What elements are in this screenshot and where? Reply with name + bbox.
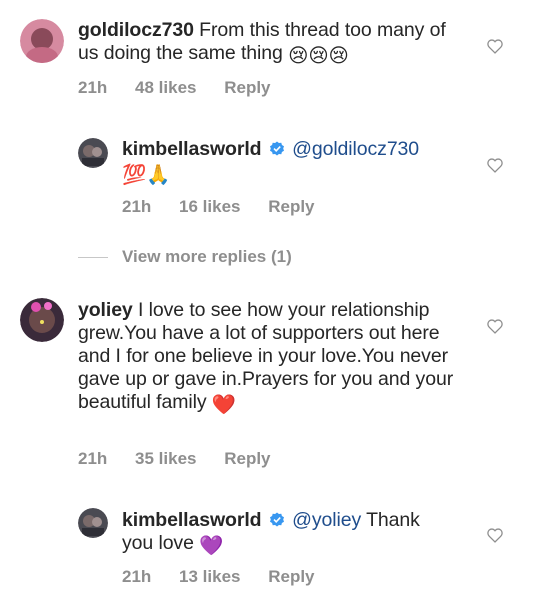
timestamp: 21h [122,567,152,586]
heart-icon[interactable] [486,527,504,543]
mention-link[interactable]: @yoliey [292,509,361,531]
mention-link[interactable]: @goldilocz730 [292,138,419,160]
avatar[interactable] [20,298,64,342]
heart-icon[interactable] [486,157,504,173]
emoji-red-heart: ❤️ [211,394,236,416]
avatar[interactable] [20,19,64,63]
emoji-purple-heart: 💜 [199,535,224,557]
username[interactable]: kimbellasworld [122,509,262,531]
comment-meta: 21h 48 likes Reply [78,78,294,98]
timestamp: 21h [122,197,152,216]
reply-button[interactable]: Reply [224,78,270,97]
emoji-hundred-pray: 💯🙏 [122,164,171,186]
verified-badge-icon [269,512,284,527]
view-more-label: View more replies (1) [122,247,292,266]
timestamp: 21h [78,449,108,468]
username[interactable]: yoliey [78,299,133,321]
reply-text: kimbellasworld @yoliey Thank you love 💜 [122,509,452,558]
timestamp: 21h [78,78,108,97]
heart-icon[interactable] [486,38,504,54]
likes-count[interactable]: 16 likes [179,197,240,216]
verified-badge-icon [269,141,284,156]
comment-body: I love to see how your relationship grew… [78,299,454,413]
heart-icon[interactable] [486,318,504,334]
reply-text: kimbellasworld @goldilocz730 💯🙏 [122,138,452,187]
reply-button[interactable]: Reply [224,449,270,468]
likes-count[interactable]: 13 likes [179,567,240,586]
divider-line [78,257,108,259]
reply-button[interactable]: Reply [268,197,314,216]
username[interactable]: goldilocz730 [78,19,194,41]
reply-meta: 21h 13 likes Reply [122,567,338,587]
comment-text: yoliey I love to see how your relationsh… [78,299,463,417]
username[interactable]: kimbellasworld [122,138,262,160]
avatar[interactable] [78,508,108,538]
reply-button[interactable]: Reply [268,567,314,586]
likes-count[interactable]: 35 likes [135,449,196,468]
reply-meta: 21h 16 likes Reply [122,197,338,217]
emoji-crying: 😢😢😢 [288,45,349,67]
avatar[interactable] [78,138,108,168]
comment-meta: 21h 35 likes Reply [78,449,294,469]
likes-count[interactable]: 48 likes [135,78,196,97]
comment-text: goldilocz730 From this thread too many o… [78,19,458,68]
view-more-replies-button[interactable]: View more replies (1) [78,247,292,269]
